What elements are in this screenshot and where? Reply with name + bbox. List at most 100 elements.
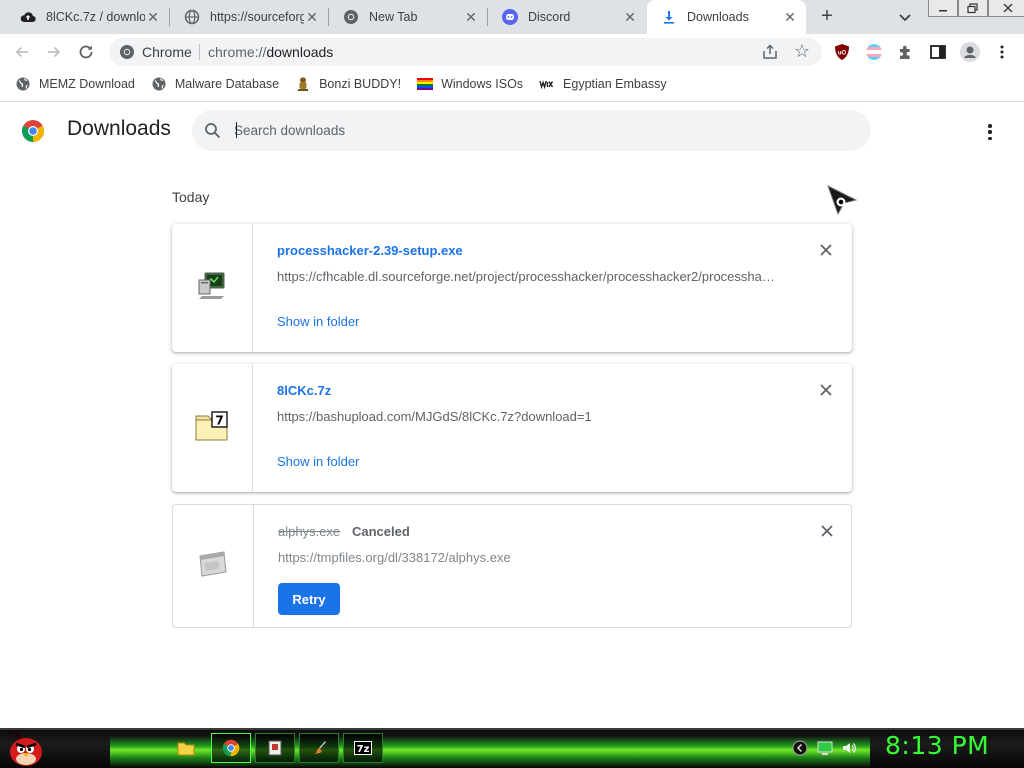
- tab-title: Downloads: [687, 10, 749, 24]
- taskbar-7zip[interactable]: 7z: [343, 733, 383, 763]
- url-text: chrome://downloads: [208, 44, 333, 60]
- tray-expand-icon[interactable]: [792, 740, 808, 756]
- tab-8lckc[interactable]: 8lCKc.7z / downlo ✕: [6, 0, 169, 34]
- tab-title: https://sourceforg: [210, 10, 304, 24]
- forward-button[interactable]: [42, 40, 66, 64]
- bookmark-label: Egyptian Embassy: [563, 77, 667, 91]
- download-source-url[interactable]: https://tmpfiles.org/dl/338172/alphys.ex…: [278, 550, 778, 565]
- search-icon: [204, 122, 221, 139]
- taskbar-installer[interactable]: [255, 733, 295, 763]
- taskbar-chrome[interactable]: [211, 733, 251, 763]
- retry-button[interactable]: Retry: [278, 583, 340, 615]
- restore-icon: [967, 2, 978, 13]
- star-icon[interactable]: ☆: [792, 41, 812, 61]
- taskbar-clock[interactable]: 8:13 PM: [885, 731, 989, 760]
- close-icon: [820, 384, 832, 396]
- download-item: 7 8lCKc.7z https://bashupload.com/MJGdS/…: [172, 364, 852, 492]
- download-source-url[interactable]: https://cfhcable.dl.sourceforge.net/proj…: [277, 269, 777, 284]
- installer-icon: [196, 270, 228, 307]
- back-button[interactable]: [10, 40, 34, 64]
- search-bar[interactable]: [192, 110, 871, 151]
- minimize-button[interactable]: [928, 0, 958, 17]
- close-icon[interactable]: ✕: [622, 9, 638, 25]
- taskbar-file-explorer[interactable]: [168, 733, 204, 763]
- file-icon-column: [172, 224, 253, 352]
- close-icon[interactable]: ✕: [304, 9, 320, 25]
- page-title: Downloads: [67, 117, 171, 140]
- reload-button[interactable]: [74, 40, 98, 64]
- extensions-puzzle-icon[interactable]: [897, 43, 915, 61]
- side-panel-icon[interactable]: [929, 43, 947, 61]
- show-in-folder-link[interactable]: Show in folder: [277, 454, 359, 469]
- angry-bird-icon: [10, 730, 42, 766]
- bookmark-malware-database[interactable]: Malware Database: [151, 76, 279, 92]
- profile-avatar-icon[interactable]: [960, 42, 980, 62]
- download-icon: [661, 9, 677, 25]
- bookmark-bonzi-buddy[interactable]: Bonzi BUDDY!: [295, 76, 401, 92]
- file-icon-column: [173, 505, 254, 627]
- divider: [0, 101, 1024, 102]
- paint-icon: [313, 741, 326, 754]
- download-filename: alphys.exe: [278, 524, 341, 539]
- bookmark-windows-isos[interactable]: Windows ISOs: [417, 76, 523, 92]
- network-icon[interactable]: [817, 740, 833, 756]
- reload-icon: [79, 45, 93, 59]
- site-label: Chrome: [142, 44, 192, 60]
- close-icon: [820, 244, 832, 256]
- chrome-icon: [222, 739, 240, 757]
- tab-title: 8lCKc.7z / downlo: [46, 10, 145, 24]
- chevron-down-icon: [899, 14, 911, 22]
- tab-sourceforge[interactable]: https://sourceforg ✕: [170, 0, 328, 34]
- browser-menu-icon[interactable]: [993, 43, 1011, 61]
- remove-from-list-button[interactable]: [818, 242, 834, 258]
- tab-strip: 8lCKc.7z / downlo ✕ https://sourceforg ✕…: [0, 0, 1024, 34]
- globe-icon: [184, 9, 200, 25]
- window-controls: [928, 0, 1024, 17]
- bookmarks-bar: MEMZ Download Malware Database Bonzi BUD…: [0, 70, 1024, 98]
- search-input[interactable]: [234, 120, 834, 140]
- remove-from-list-button[interactable]: [818, 382, 834, 398]
- upload-cloud-icon: [20, 9, 36, 25]
- close-window-button[interactable]: [988, 0, 1024, 17]
- start-button[interactable]: [6, 726, 46, 768]
- download-item: processhacker-2.39-setup.exe https://cfh…: [172, 224, 852, 352]
- tab-new-tab[interactable]: New Tab ✕: [329, 0, 487, 34]
- taskbar: [0, 728, 1024, 768]
- divider: [0, 728, 1024, 730]
- bookmark-memz-download[interactable]: MEMZ Download: [15, 76, 135, 92]
- close-icon[interactable]: ✕: [463, 9, 479, 25]
- bookmark-label: Bonzi BUDDY!: [319, 77, 402, 91]
- chrome-icon: [343, 9, 359, 25]
- browser-toolbar: Chrome chrome://downloads ☆ uO: [0, 34, 1024, 70]
- 7z-archive-icon: 7: [195, 410, 229, 446]
- bookmark-label: Windows ISOs: [441, 77, 524, 91]
- more-actions-menu-icon[interactable]: [980, 122, 1000, 142]
- divider: [199, 44, 200, 60]
- tab-discord[interactable]: Discord ✕: [488, 0, 646, 34]
- download-source-url[interactable]: https://bashupload.com/MJGdS/8lCKc.7z?do…: [277, 409, 777, 424]
- close-icon[interactable]: ✕: [782, 9, 798, 25]
- close-icon[interactable]: ✕: [145, 9, 161, 25]
- download-filename-link[interactable]: 8lCKc.7z: [277, 383, 331, 398]
- transgender-flag-icon[interactable]: [865, 43, 883, 61]
- volume-icon[interactable]: [841, 740, 857, 756]
- taskbar-paint[interactable]: [299, 733, 339, 763]
- installer-icon: [268, 740, 282, 756]
- restore-button[interactable]: [958, 0, 988, 17]
- url-path: downloads: [266, 44, 334, 60]
- address-bar[interactable]: Chrome chrome://downloads ☆: [109, 38, 822, 66]
- chrome-icon[interactable]: [119, 44, 135, 60]
- file-explorer-icon: [177, 742, 195, 756]
- bookmark-egyptian-embassy[interactable]: Egyptian Embassy: [539, 76, 667, 92]
- bonzi-icon: [295, 76, 311, 92]
- remove-from-list-button[interactable]: [819, 523, 835, 539]
- text-cursor: [236, 122, 237, 138]
- download-filename-link[interactable]: processhacker-2.39-setup.exe: [277, 243, 463, 258]
- ublock-icon[interactable]: uO: [833, 43, 851, 61]
- show-in-folder-link[interactable]: Show in folder: [277, 314, 359, 329]
- tab-search-button[interactable]: [895, 8, 915, 26]
- share-icon[interactable]: [761, 43, 779, 61]
- new-tab-button[interactable]: +: [815, 5, 839, 29]
- tab-downloads[interactable]: Downloads ✕: [647, 0, 806, 34]
- arrow-left-icon: [15, 46, 28, 58]
